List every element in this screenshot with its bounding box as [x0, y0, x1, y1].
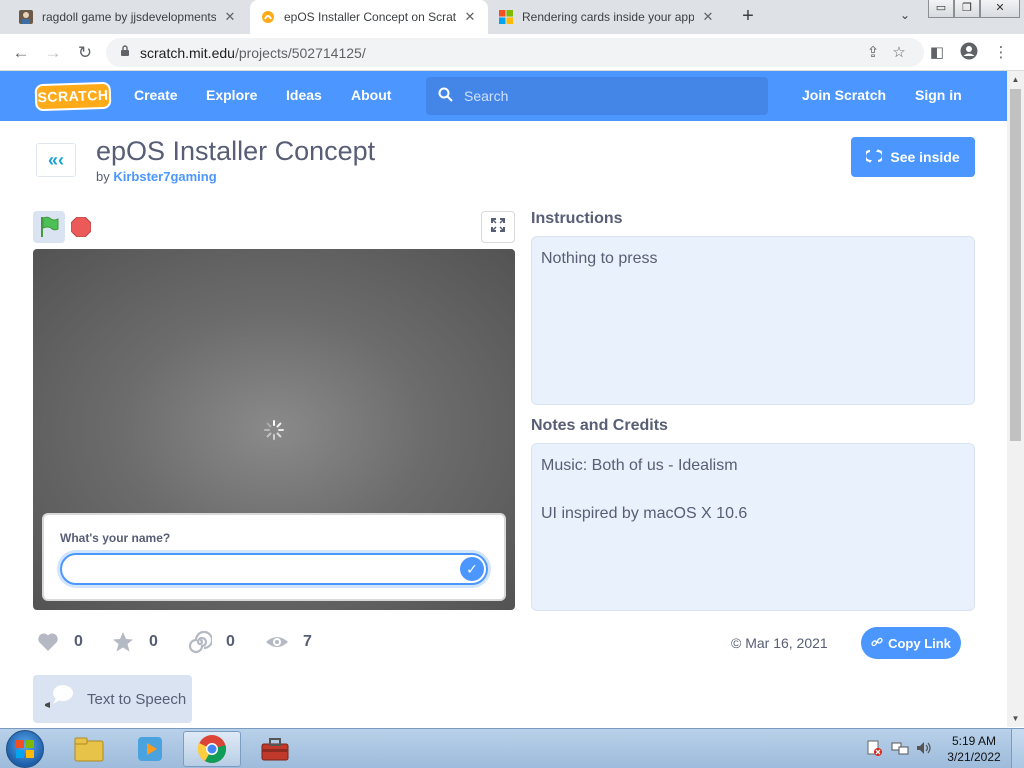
- ask-answer-input[interactable]: ✓: [60, 553, 488, 585]
- love-stat[interactable]: 0: [36, 630, 83, 654]
- remix-stat: 0: [188, 630, 235, 654]
- tab-epos[interactable]: epOS Installer Concept on Scratch ✕: [250, 0, 488, 34]
- new-tab-button[interactable]: +: [737, 5, 759, 27]
- media-player-icon: [138, 737, 162, 761]
- scrollbar-thumb[interactable]: [1010, 89, 1021, 441]
- windows-logo-icon: [498, 9, 514, 25]
- text-to-speech-extension[interactable]: Text to Speech: [33, 675, 192, 723]
- forward-arrow-icon[interactable]: →: [42, 42, 64, 64]
- remix-arrows-icon: [864, 148, 885, 167]
- search-input[interactable]: Search: [426, 77, 768, 115]
- remix-spiral-icon: [188, 630, 212, 654]
- author-link[interactable]: Kirbster7gaming: [113, 169, 216, 184]
- nav-ideas[interactable]: Ideas: [286, 87, 322, 103]
- kebab-menu-icon[interactable]: ⋮: [990, 42, 1012, 64]
- address-bar: ← → ↻ scratch.mit.edu/projects/502714125…: [0, 34, 1024, 71]
- taskbar-media-player[interactable]: [121, 731, 179, 767]
- tab-search-icon[interactable]: ⌄: [896, 8, 914, 26]
- favorite-stat[interactable]: 0: [111, 630, 158, 654]
- stop-sign-icon: [70, 216, 92, 238]
- toolbox-icon: [261, 738, 289, 761]
- stop-button[interactable]: [70, 216, 92, 238]
- side-panel-icon[interactable]: ◧: [926, 42, 948, 64]
- notes-panel: Music: Both of us - Idealism UI inspired…: [531, 443, 975, 611]
- scratch-cat-icon: [260, 9, 276, 25]
- lock-icon: [120, 45, 130, 60]
- heart-icon: [38, 633, 58, 651]
- scroll-up-arrow-icon[interactable]: ▲: [1007, 71, 1024, 88]
- show-desktop-button[interactable]: [1011, 729, 1024, 768]
- taskbar-toolbox[interactable]: [246, 731, 304, 767]
- restore-icon[interactable]: ❐: [954, 0, 980, 18]
- share-icon[interactable]: ⇪: [862, 42, 884, 64]
- windows-logo-icon: [16, 740, 34, 758]
- star-icon: [113, 632, 133, 652]
- scratch-navbar: SCRATCH Create Explore Ideas About Searc…: [0, 71, 1007, 121]
- fullscreen-button[interactable]: [481, 211, 515, 243]
- star-icon[interactable]: ☆: [888, 42, 910, 64]
- author-avatar[interactable]: «‹: [36, 143, 76, 177]
- tab-rendering-cards[interactable]: Rendering cards inside your app ✕: [488, 0, 726, 34]
- folder-icon: [74, 737, 104, 762]
- reload-icon[interactable]: ↻: [74, 42, 96, 64]
- search-icon: [438, 87, 454, 105]
- project-stage[interactable]: What's your name? ✓: [33, 249, 515, 610]
- close-tab-icon[interactable]: ✕: [462, 9, 478, 25]
- scroll-down-arrow-icon[interactable]: ▼: [1007, 710, 1024, 727]
- start-button[interactable]: [6, 730, 44, 768]
- checkmark-icon[interactable]: ✓: [460, 557, 484, 581]
- volume-icon[interactable]: [915, 740, 933, 759]
- ask-prompt: What's your name? ✓: [42, 513, 506, 601]
- scratch-logo[interactable]: SCRATCH: [34, 81, 112, 112]
- chrome-icon: [197, 735, 227, 763]
- system-clock[interactable]: 5:19 AM 3/21/2022: [946, 733, 1002, 765]
- loading-spinner-icon: [264, 420, 284, 440]
- share-date: © Mar 16, 2021: [731, 635, 828, 651]
- tab-ragdoll[interactable]: ragdoll game by jjsdevelopments ✕: [8, 0, 248, 34]
- scratch-user-icon: [18, 9, 34, 25]
- url-field[interactable]: scratch.mit.edu/projects/502714125/: [106, 38, 924, 67]
- sign-in-link[interactable]: Sign in: [915, 87, 962, 103]
- join-scratch-link[interactable]: Join Scratch: [802, 87, 886, 103]
- action-center-icon[interactable]: [866, 740, 882, 759]
- notes-heading: Notes and Credits: [531, 417, 668, 434]
- taskbar-explorer[interactable]: [60, 731, 118, 767]
- eye-icon: [266, 637, 288, 647]
- speech-bubble-icon: [45, 685, 73, 708]
- taskbar-chrome[interactable]: [183, 731, 241, 767]
- window-controls: ▭ ❐ ✕: [928, 0, 1020, 18]
- green-flag-button[interactable]: [33, 211, 65, 243]
- close-tab-icon[interactable]: ✕: [222, 9, 238, 25]
- instructions-panel: Nothing to press: [531, 236, 975, 405]
- nav-create[interactable]: Create: [134, 87, 178, 103]
- project-author-line: by Kirbster7gaming: [96, 169, 217, 184]
- ask-question: What's your name?: [60, 531, 171, 545]
- close-tab-icon[interactable]: ✕: [700, 9, 716, 25]
- network-icon[interactable]: [891, 740, 909, 759]
- fullscreen-icon: [491, 218, 505, 232]
- link-icon: [871, 636, 883, 651]
- notes-line: UI inspired by macOS X 10.6: [541, 505, 748, 522]
- copy-link-button[interactable]: Copy Link: [861, 627, 961, 659]
- page-scrollbar[interactable]: ▲ ▼: [1007, 71, 1024, 727]
- notes-line: Music: Both of us - Idealism: [541, 457, 738, 474]
- nav-about[interactable]: About: [351, 87, 391, 103]
- instructions-heading: Instructions: [531, 210, 623, 227]
- green-flag-icon: [41, 216, 59, 237]
- project-title: epOS Installer Concept: [96, 136, 376, 166]
- views-stat: 7: [265, 630, 312, 654]
- windows-taskbar: 5:19 AM 3/21/2022: [0, 728, 1024, 768]
- window-close-icon[interactable]: ✕: [980, 0, 1020, 18]
- nav-explore[interactable]: Explore: [206, 87, 257, 103]
- browser-tab-strip: ragdoll game by jjsdevelopments ✕ epOS I…: [0, 0, 1024, 34]
- back-arrow-icon[interactable]: ←: [10, 42, 32, 64]
- see-inside-button[interactable]: See inside: [851, 137, 975, 177]
- minimize-icon[interactable]: ▭: [928, 0, 954, 18]
- profile-icon[interactable]: [958, 42, 980, 64]
